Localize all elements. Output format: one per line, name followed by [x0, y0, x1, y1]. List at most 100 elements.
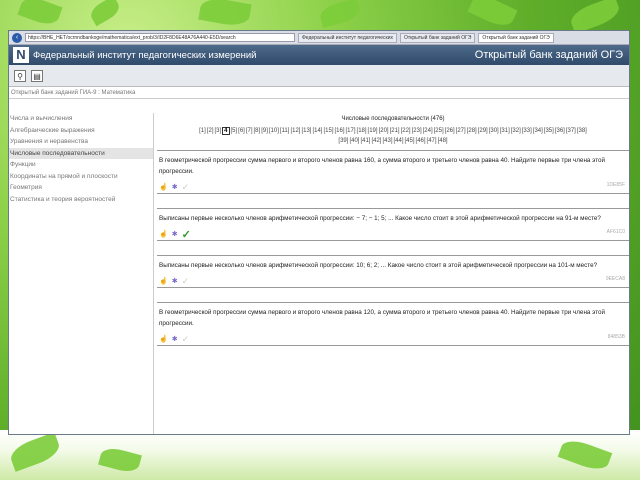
page-link[interactable]: [28] — [467, 128, 477, 134]
checkmark-icon[interactable]: ✓ — [182, 228, 191, 241]
task-text: Выписаны первые несколько членов арифмет… — [159, 262, 598, 269]
page-link[interactable]: [38] — [577, 128, 587, 134]
pagination-row: [39][40][41][42][43][44][45][46][47][48] — [159, 136, 627, 146]
page-link[interactable]: [32] — [511, 128, 521, 134]
sidebar-item[interactable]: Геометрия — [9, 182, 153, 194]
page-link[interactable]: [47] — [427, 138, 437, 144]
page-link[interactable]: [48] — [438, 138, 448, 144]
sidebar-item[interactable]: Алгебраические выражения — [9, 125, 153, 137]
page-link[interactable]: [43] — [382, 138, 392, 144]
page-link[interactable]: [13] — [301, 128, 311, 134]
task-footer: ☝ ✱ ✓ 1DE85F — [157, 181, 629, 193]
page-link[interactable]: [46] — [416, 138, 426, 144]
task-footer: ☝ ✱ ✓ AF61C0 — [157, 228, 629, 241]
browser-tabbar: ‹ https://ВНЕ_НЕТ/ocrnndbankoge/mathemat… — [9, 31, 629, 45]
page-link[interactable]: [27] — [456, 128, 466, 134]
page-link[interactable]: [1] — [199, 128, 206, 134]
page-link[interactable]: [31] — [500, 128, 510, 134]
site-header: N Федеральный институт педагогических из… — [9, 45, 629, 65]
page-link[interactable]: [20] — [379, 128, 389, 134]
page-link[interactable]: [33] — [522, 128, 532, 134]
pagination-row: [1][2][3] 4 [5][6][7][8][9][10][11][12][13… — [159, 126, 627, 136]
task-item: Выписаны первые несколько членов арифмет… — [157, 255, 629, 288]
task-code: AF61C0 — [606, 229, 625, 235]
page-link[interactable]: [39] — [338, 138, 348, 144]
browser-tab[interactable]: Открытый банк заданий ОГЭ — [400, 32, 476, 43]
page-link[interactable]: [35] — [544, 128, 554, 134]
sidebar-item[interactable]: Числа и вычисления — [9, 113, 153, 125]
checkmark-icon[interactable]: ✓ — [182, 334, 190, 345]
page-link[interactable]: [36] — [555, 128, 565, 134]
leaf-decoration — [87, 0, 123, 27]
task-separator — [157, 194, 629, 208]
page-link[interactable]: [7] — [246, 128, 253, 134]
browser-tab-active[interactable]: Открытый банк заданий ОГЭ — [478, 32, 554, 43]
sidebar-item[interactable]: Координаты на прямой и плоскости — [9, 171, 153, 183]
sidebar-item[interactable]: Функции — [9, 159, 153, 171]
page-link[interactable]: [6] — [238, 128, 245, 134]
task-code: 84853B — [607, 334, 625, 340]
page-link[interactable]: [41] — [360, 138, 370, 144]
task-footer: ☝ ✱ ✓ 9EECA8 — [157, 275, 629, 287]
browser-tab[interactable]: Федеральный институт педагогических — [298, 32, 398, 43]
info-icon[interactable]: ✱ — [172, 230, 178, 238]
page-link[interactable]: [44] — [394, 138, 404, 144]
page-link[interactable]: [9] — [261, 128, 268, 134]
hand-pointer-icon[interactable]: ☝ — [159, 183, 168, 191]
page-link[interactable]: [8] — [254, 128, 261, 134]
main-content: Числовые последовательности (476) [1][2]… — [157, 113, 629, 434]
page-link[interactable]: [5] — [231, 128, 238, 134]
page-link[interactable]: [23] — [412, 128, 422, 134]
page-link[interactable]: [16] — [335, 128, 345, 134]
page-link[interactable]: [22] — [401, 128, 411, 134]
page-link[interactable]: [14] — [312, 128, 322, 134]
page-link[interactable]: [10] — [269, 128, 279, 134]
info-icon[interactable]: ✱ — [172, 335, 178, 343]
sidebar-item-selected[interactable]: Числовые последовательности — [9, 147, 153, 159]
info-icon[interactable]: ✱ — [172, 183, 178, 191]
page-link[interactable]: [29] — [478, 128, 488, 134]
info-icon[interactable]: ✱ — [172, 277, 178, 285]
page-link[interactable]: [18] — [357, 128, 367, 134]
hand-pointer-icon[interactable]: ☝ — [159, 277, 168, 285]
task-item: Выписаны первые несколько членов арифмет… — [157, 208, 629, 241]
task-item: В геометрической прогрессии сумма первог… — [157, 150, 629, 194]
search-icon[interactable]: ⚲ — [14, 69, 26, 82]
page-link[interactable]: [15] — [323, 128, 333, 134]
page-link[interactable]: [12] — [290, 128, 300, 134]
checkmark-icon[interactable]: ✓ — [182, 276, 190, 287]
institute-name: Федеральный институт педагогических изме… — [33, 49, 257, 61]
sidebar-item[interactable]: Статистика и теория вероятностей — [9, 194, 153, 206]
page-link[interactable]: [19] — [368, 128, 378, 134]
page-link[interactable]: [25] — [434, 128, 444, 134]
page-link[interactable]: [42] — [371, 138, 381, 144]
page-link[interactable]: [30] — [489, 128, 499, 134]
page-link[interactable]: [2] — [207, 128, 214, 134]
document-icon[interactable]: ▤ — [31, 69, 43, 82]
address-bar[interactable]: https://ВНЕ_НЕТ/ocrnndbankoge/mathematic… — [25, 33, 295, 42]
checkmark-icon[interactable]: ✓ — [182, 182, 190, 193]
breadcrumb[interactable]: Открытый банк заданий ГИА-9 : Математика — [9, 87, 629, 99]
page-link[interactable]: [24] — [423, 128, 433, 134]
page-link[interactable]: [17] — [346, 128, 356, 134]
bottom-gradient — [0, 430, 640, 480]
bank-title: Открытый банк заданий ОГЭ — [474, 49, 623, 61]
page-link[interactable]: [40] — [349, 138, 359, 144]
pagination: [1][2][3] 4 [5][6][7][8][9][10][11][12][13… — [157, 122, 629, 146]
page-current[interactable]: 4 — [222, 127, 230, 135]
page-link[interactable]: [34] — [533, 128, 543, 134]
task-separator — [157, 288, 629, 302]
leaf-decoration — [467, 0, 518, 31]
back-arrow-icon[interactable]: ‹ — [12, 32, 22, 43]
page-link[interactable]: [45] — [405, 138, 415, 144]
page-link[interactable]: [26] — [445, 128, 455, 134]
task-separator — [157, 241, 629, 255]
page-link[interactable]: [3] — [214, 128, 221, 134]
page-link[interactable]: [37] — [566, 128, 576, 134]
hand-pointer-icon[interactable]: ☝ — [159, 230, 168, 238]
task-code: 1DE85F — [606, 182, 625, 188]
sidebar-item[interactable]: Уравнения и неравенства — [9, 136, 153, 148]
hand-pointer-icon[interactable]: ☝ — [159, 335, 168, 343]
page-link[interactable]: [11] — [280, 128, 290, 134]
page-link[interactable]: [21] — [390, 128, 400, 134]
